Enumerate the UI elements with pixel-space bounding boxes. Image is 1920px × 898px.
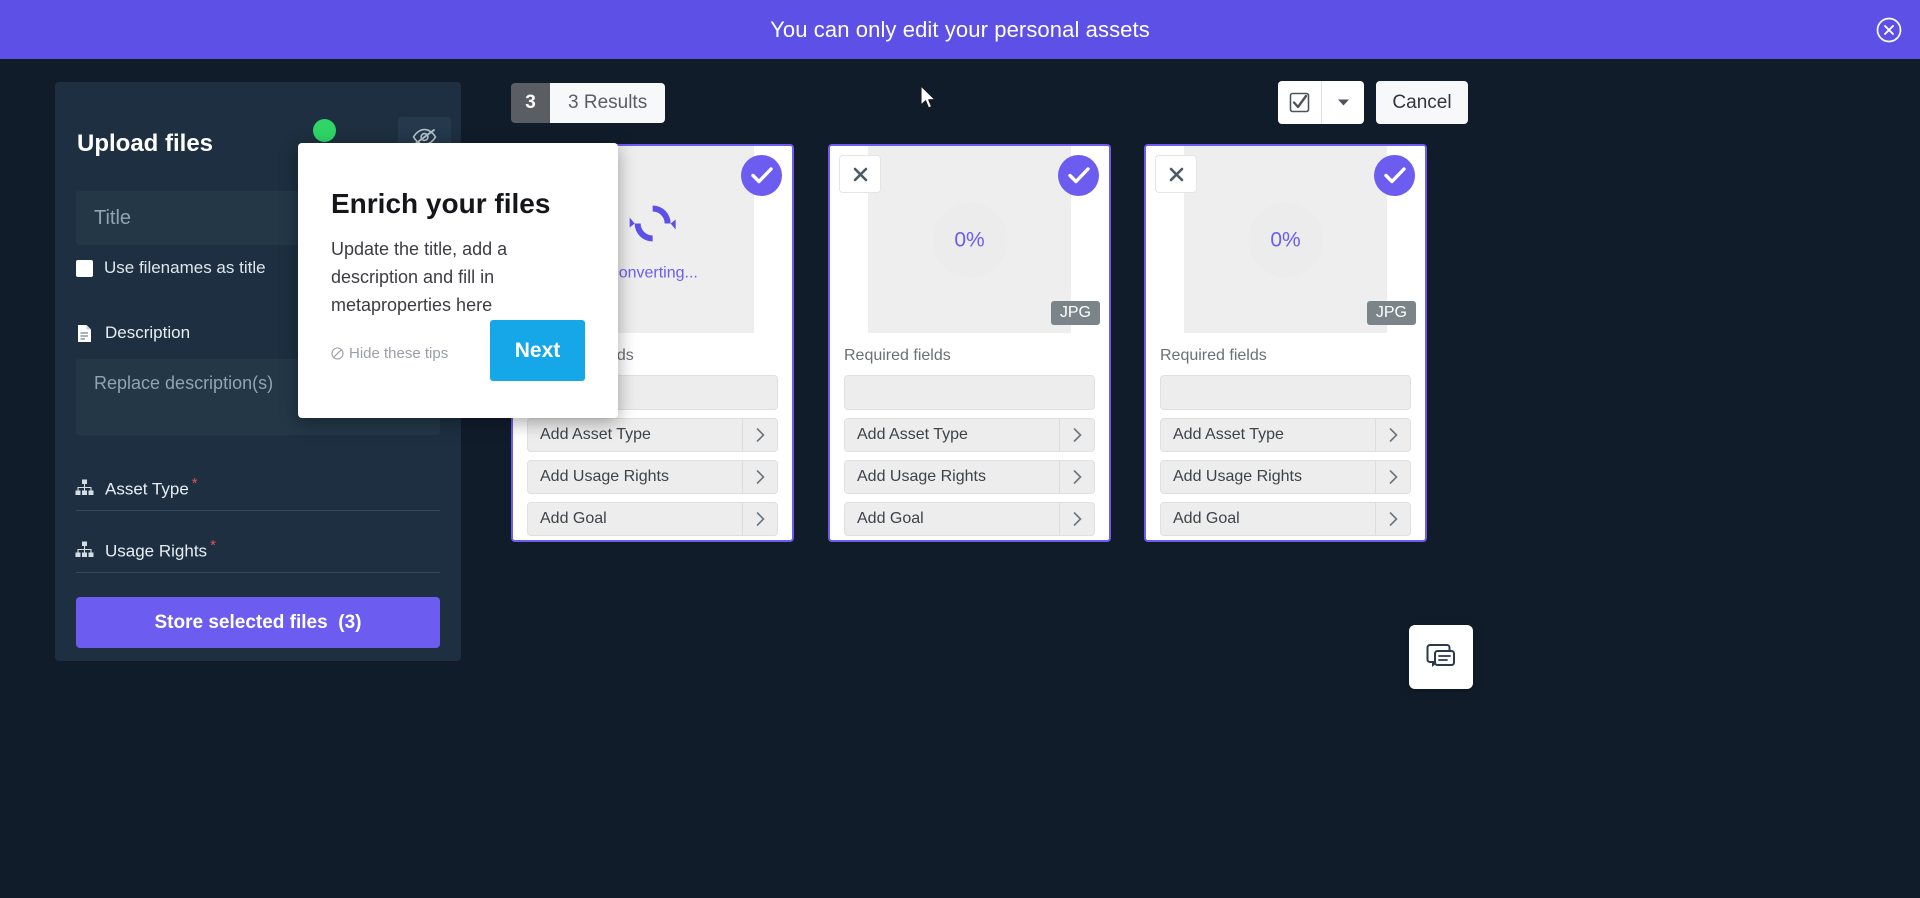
chevron-right-icon (1059, 461, 1094, 493)
hierarchy-icon (75, 478, 94, 497)
add-asset-type-label: Add Asset Type (857, 426, 968, 443)
file-extension-tag: JPG (1050, 301, 1100, 325)
remove-asset-button[interactable] (839, 155, 881, 193)
asset-title-input[interactable] (1160, 375, 1411, 410)
required-marker: * (191, 475, 198, 492)
document-icon (75, 324, 94, 343)
tooltip-title: Enrich your files (331, 188, 551, 219)
asset-thumbnail: 0% JPG (1146, 146, 1425, 333)
upload-progress-indicator: 0% (932, 202, 1007, 278)
chevron-right-icon (1375, 503, 1410, 535)
add-usage-rights-label: Add Usage Rights (1173, 468, 1302, 485)
chevron-right-icon (1059, 419, 1094, 451)
required-fields-label: Required fields (1160, 347, 1267, 364)
add-asset-type-row[interactable]: Add Asset Type (527, 418, 778, 452)
add-goal-label: Add Goal (857, 510, 924, 527)
store-button-label: Store selected files (154, 611, 328, 633)
check-icon (1067, 167, 1090, 184)
select-all-control[interactable] (1278, 81, 1364, 124)
asset-type-section-header[interactable]: Asset Type * (75, 475, 198, 500)
store-button-count: (3) (338, 611, 362, 633)
add-usage-rights-row[interactable]: Add Usage Rights (1160, 460, 1411, 494)
close-icon (1169, 167, 1183, 181)
add-asset-type-row[interactable]: Add Asset Type (844, 418, 1095, 452)
hierarchy-icon (75, 540, 94, 559)
no-entry-icon (331, 347, 344, 360)
description-section-header: Description (75, 323, 190, 343)
hide-tips-link[interactable]: Hide these tips (331, 345, 448, 362)
chevron-right-icon (1059, 503, 1094, 535)
add-goal-row[interactable]: Add Goal (1160, 502, 1411, 536)
notification-banner: You can only edit your personal assets (0, 0, 1920, 59)
asset-card[interactable]: 0% JPG Required fields Add Asset Type Ad… (1144, 144, 1427, 542)
banner-message: You can only edit your personal assets (770, 16, 1150, 42)
results-label: 3 Results (550, 83, 666, 123)
check-icon (1383, 167, 1406, 184)
add-usage-rights-label: Add Usage Rights (857, 468, 986, 485)
hide-tips-label: Hide these tips (349, 345, 449, 362)
chevron-right-icon (742, 419, 777, 451)
file-extension-tag: JPG (1366, 301, 1416, 325)
required-fields-label: Required fields (844, 347, 951, 364)
add-goal-label: Add Goal (1173, 510, 1240, 527)
asset-title-input[interactable] (844, 375, 1095, 410)
required-marker: * (210, 537, 216, 554)
asset-type-label: Asset Type * (105, 475, 198, 499)
chevron-right-icon (1375, 461, 1410, 493)
checkbox-checked-icon[interactable] (1278, 81, 1322, 124)
tooltip-next-button[interactable]: Next (490, 320, 585, 381)
chevron-down-icon[interactable] (1322, 81, 1364, 124)
store-selected-files-button[interactable]: Store selected files (3) (76, 597, 440, 648)
check-icon (750, 167, 773, 184)
use-filenames-label: Use filenames as title (104, 258, 266, 277)
sync-arrows-icon (627, 198, 679, 255)
chevron-right-icon (742, 461, 777, 493)
converting-label: Converting... (607, 264, 698, 282)
chat-widget-button[interactable] (1409, 625, 1473, 689)
onboarding-tooltip: Enrich your files Update the title, add … (298, 143, 618, 418)
page-body: Upload files Use filenames as title (0, 59, 1920, 898)
close-circle-icon[interactable] (1876, 17, 1902, 43)
results-count-badge: 3 (511, 83, 550, 123)
tooltip-body: Update the title, add a description and … (331, 239, 508, 315)
chat-bubble-icon (1426, 644, 1455, 667)
add-asset-type-row[interactable]: Add Asset Type (1160, 418, 1411, 452)
cancel-button[interactable]: Cancel (1376, 81, 1468, 124)
mouse-cursor (920, 85, 938, 116)
chevron-right-icon (1375, 419, 1410, 451)
converting-status: Converting... (607, 198, 698, 283)
description-label: Description (105, 323, 191, 342)
divider (76, 510, 440, 511)
upload-progress-indicator: 0% (1248, 202, 1323, 278)
usage-rights-section-header[interactable]: Usage Rights * (75, 537, 216, 562)
add-goal-row[interactable]: Add Goal (527, 502, 778, 536)
results-counter[interactable]: 3 3 Results (511, 83, 666, 123)
asset-thumbnail: 0% JPG (830, 146, 1109, 333)
asset-card-body: Required fields Add Asset Type Add Usage… (830, 333, 1109, 536)
asset-selected-checkmark[interactable] (1058, 155, 1099, 196)
asset-selected-checkmark[interactable] (741, 155, 782, 196)
asset-selected-checkmark[interactable] (1374, 155, 1415, 196)
remove-asset-button[interactable] (1155, 155, 1197, 193)
add-asset-type-label: Add Asset Type (540, 426, 651, 443)
close-icon (853, 167, 867, 181)
asset-card[interactable]: 0% JPG Required fields Add Asset Type Ad… (828, 144, 1111, 542)
add-asset-type-label: Add Asset Type (1173, 426, 1284, 443)
checkbox-box (76, 259, 93, 277)
add-goal-label: Add Goal (540, 510, 607, 527)
divider (76, 572, 440, 573)
add-usage-rights-label: Add Usage Rights (540, 468, 669, 485)
asset-card-body: Required fields Add Asset Type Add Usage… (1146, 333, 1425, 536)
use-filenames-as-title-checkbox[interactable]: Use filenames as title (76, 258, 266, 278)
chevron-right-icon (742, 503, 777, 535)
add-usage-rights-row[interactable]: Add Usage Rights (527, 460, 778, 494)
add-goal-row[interactable]: Add Goal (844, 502, 1095, 536)
add-usage-rights-row[interactable]: Add Usage Rights (844, 460, 1095, 494)
usage-rights-label: Usage Rights * (105, 537, 216, 561)
page-title: Upload files (77, 130, 214, 157)
status-indicator-dot (313, 119, 336, 142)
